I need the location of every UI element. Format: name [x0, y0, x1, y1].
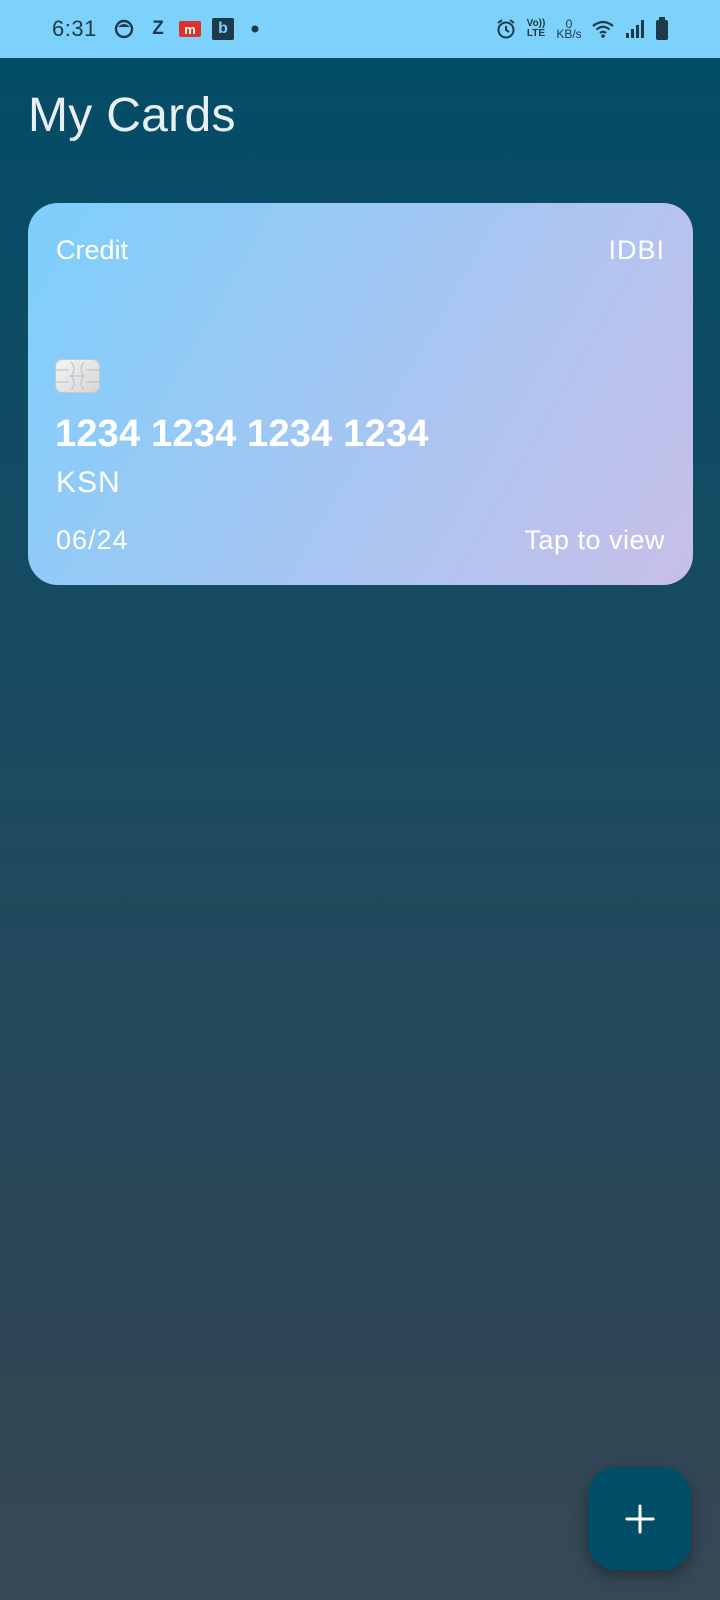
add-card-button[interactable] [588, 1467, 691, 1570]
credit-card[interactable]: Credit IDBI 1234 1234 1234 1234 KSN 06/2… [28, 203, 693, 585]
card-holder-name: KSN [56, 466, 121, 499]
net-speed: 0 KB/s [552, 16, 586, 42]
dot-icon [244, 18, 266, 40]
plus-icon [625, 1504, 654, 1533]
volte-icon: Vo)) LTE [524, 16, 548, 42]
status-time: 6:31 [52, 16, 97, 41]
net-speed-unit: KB/s [556, 27, 582, 41]
face-app-icon [113, 18, 135, 40]
card-expiry: 06/24 [56, 525, 129, 555]
card-number: 1234 1234 1234 1234 [55, 413, 429, 455]
wifi-icon [590, 16, 616, 42]
card-bank: IDBI [608, 235, 665, 265]
screen: 6:31 Z m b Vo)) LTE 0 KB/s My Cards Cred… [0, 0, 720, 1600]
card-type: Credit [56, 235, 129, 265]
battery-icon [654, 16, 670, 42]
z-app-icon: Z [152, 18, 164, 39]
alarm-icon [494, 16, 518, 42]
b-app-icon: b [212, 18, 234, 40]
signal-icon [624, 16, 646, 42]
card-chip-icon [55, 359, 100, 393]
status-bar: 6:31 Z m b Vo)) LTE 0 KB/s [0, 0, 720, 58]
tap-to-view-label: Tap to view [524, 525, 665, 555]
volte-bottom-label: LTE [526, 28, 546, 39]
m-app-icon: m [179, 21, 201, 37]
page-title: My Cards [28, 89, 236, 142]
